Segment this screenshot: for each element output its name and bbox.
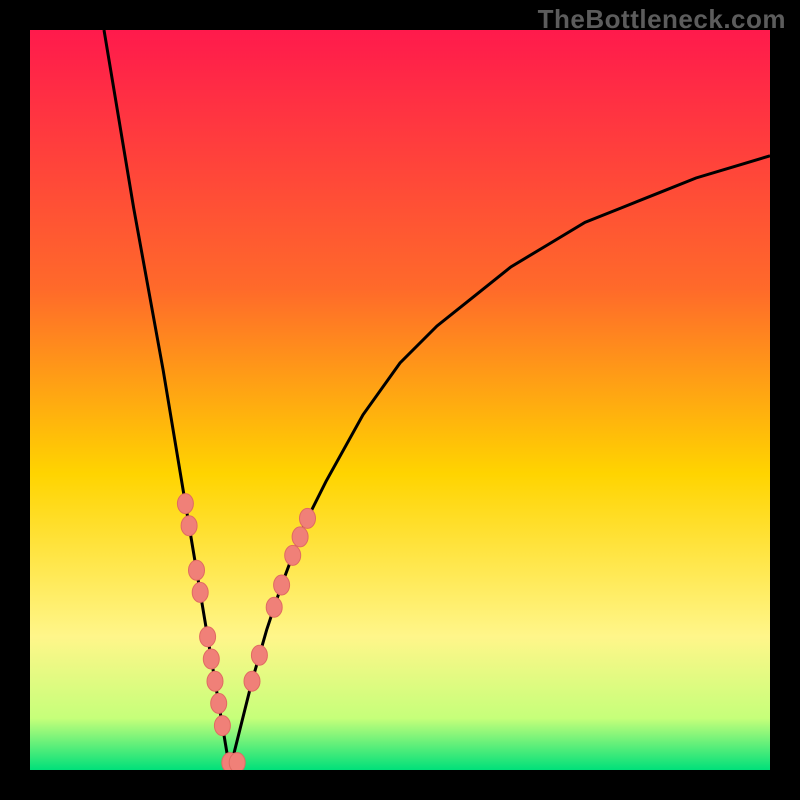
data-marker xyxy=(214,716,230,736)
data-marker xyxy=(292,527,308,547)
data-marker xyxy=(300,508,316,528)
data-marker xyxy=(211,693,227,713)
plot-area xyxy=(30,30,770,770)
data-marker xyxy=(285,545,301,565)
data-marker xyxy=(200,627,216,647)
data-marker xyxy=(207,671,223,691)
data-marker xyxy=(229,753,245,770)
data-marker xyxy=(251,645,267,665)
gradient-bg xyxy=(30,30,770,770)
data-marker xyxy=(274,575,290,595)
watermark-text: TheBottleneck.com xyxy=(538,4,786,35)
data-marker xyxy=(189,560,205,580)
data-marker xyxy=(244,671,260,691)
chart-svg xyxy=(30,30,770,770)
data-marker xyxy=(203,649,219,669)
data-marker xyxy=(177,494,193,514)
data-marker xyxy=(266,597,282,617)
data-marker xyxy=(192,582,208,602)
data-marker xyxy=(181,516,197,536)
chart-frame: TheBottleneck.com xyxy=(0,0,800,800)
